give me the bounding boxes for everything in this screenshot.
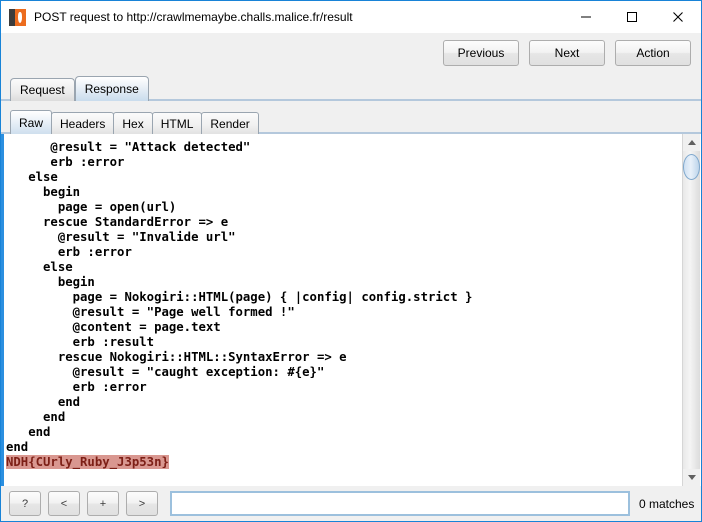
burp-suite-icon xyxy=(9,8,26,26)
code-line: erb :error xyxy=(6,380,147,394)
vertical-scrollbar[interactable] xyxy=(682,134,700,486)
code-line: @result = "Attack detected" xyxy=(6,140,251,154)
action-toolbar: Previous Next Action xyxy=(1,34,701,71)
close-button[interactable] xyxy=(655,1,701,33)
search-next-button[interactable]: > xyxy=(126,491,158,516)
maximize-icon xyxy=(627,12,637,22)
tab-raw[interactable]: Raw xyxy=(10,110,53,134)
search-input[interactable] xyxy=(176,495,624,512)
search-prev-button[interactable]: < xyxy=(48,491,80,516)
burp-repeater-window: POST request to http://crawlmemaybe.chal… xyxy=(0,0,702,522)
scroll-up-button[interactable] xyxy=(683,134,700,151)
code-line: else xyxy=(6,260,73,274)
action-button[interactable]: Action xyxy=(615,39,691,66)
search-match-highlight: NDH{CUrly_Ruby_J3p53n} xyxy=(6,455,169,469)
response-body-viewer[interactable]: @result = "Attack detected" erb :error e… xyxy=(1,134,701,486)
search-add-button[interactable]: + xyxy=(87,491,119,516)
previous-button[interactable]: Previous xyxy=(443,39,519,66)
minimize-icon xyxy=(581,16,591,18)
title-bar: POST request to http://crawlmemaybe.chal… xyxy=(1,1,701,33)
search-toolbar: ? < + > 0 matches xyxy=(1,486,701,521)
scroll-up-icon xyxy=(687,140,696,145)
tab-render[interactable]: Render xyxy=(201,112,259,134)
close-icon xyxy=(673,12,683,22)
minimize-button[interactable] xyxy=(563,1,609,33)
window-title: POST request to http://crawlmemaybe.chal… xyxy=(34,10,353,24)
code-line: begin xyxy=(6,275,95,289)
tab-headers[interactable]: Headers xyxy=(51,112,115,134)
code-line: end xyxy=(6,395,81,409)
code-line: end xyxy=(6,425,51,439)
code-line: @content = page.text xyxy=(6,320,221,334)
tab-html[interactable]: HTML xyxy=(151,112,203,134)
window-controls xyxy=(563,1,701,33)
search-field-wrap[interactable] xyxy=(170,491,630,516)
tab-response[interactable]: Response xyxy=(74,76,149,101)
code-line: begin xyxy=(6,185,81,199)
code-line-highlighted: NDH{CUrly_Ruby_J3p53n} xyxy=(6,455,678,470)
tab-hex[interactable]: Hex xyxy=(113,112,153,134)
tab-request[interactable]: Request xyxy=(10,78,75,101)
code-line: erb :result xyxy=(6,335,155,349)
code-line: else xyxy=(6,170,58,184)
code-line: end xyxy=(6,440,29,454)
code-line: end xyxy=(6,410,66,424)
maximize-button[interactable] xyxy=(609,1,655,33)
scrollbar-track[interactable] xyxy=(683,151,700,469)
code-line: erb :error xyxy=(6,245,132,259)
next-button[interactable]: Next xyxy=(529,39,605,66)
scroll-down-icon xyxy=(687,475,696,480)
code-line: page = open(url) xyxy=(6,200,177,214)
request-response-tabs: Request Response xyxy=(1,71,701,101)
code-line: rescue Nokogiri::HTML::SyntaxError => e xyxy=(6,350,347,364)
match-count-label: 0 matches xyxy=(639,496,695,511)
scroll-down-button[interactable] xyxy=(683,469,700,486)
response-code-text: @result = "Attack detected" erb :error e… xyxy=(4,140,678,470)
search-help-button[interactable]: ? xyxy=(9,491,41,516)
scrollbar-thumb[interactable] xyxy=(683,154,700,180)
code-line: rescue StandardError => e xyxy=(6,215,229,229)
code-line: @result = "Page well formed !" xyxy=(6,305,295,319)
response-view-tabs: Raw Headers Hex HTML Render xyxy=(1,104,701,134)
code-line: @result = "Invalide url" xyxy=(6,230,236,244)
code-line: erb :error xyxy=(6,155,125,169)
code-line: @result = "caught exception: #{e}" xyxy=(6,365,325,379)
code-line: page = Nokogiri::HTML(page) { |config| c… xyxy=(6,290,473,304)
